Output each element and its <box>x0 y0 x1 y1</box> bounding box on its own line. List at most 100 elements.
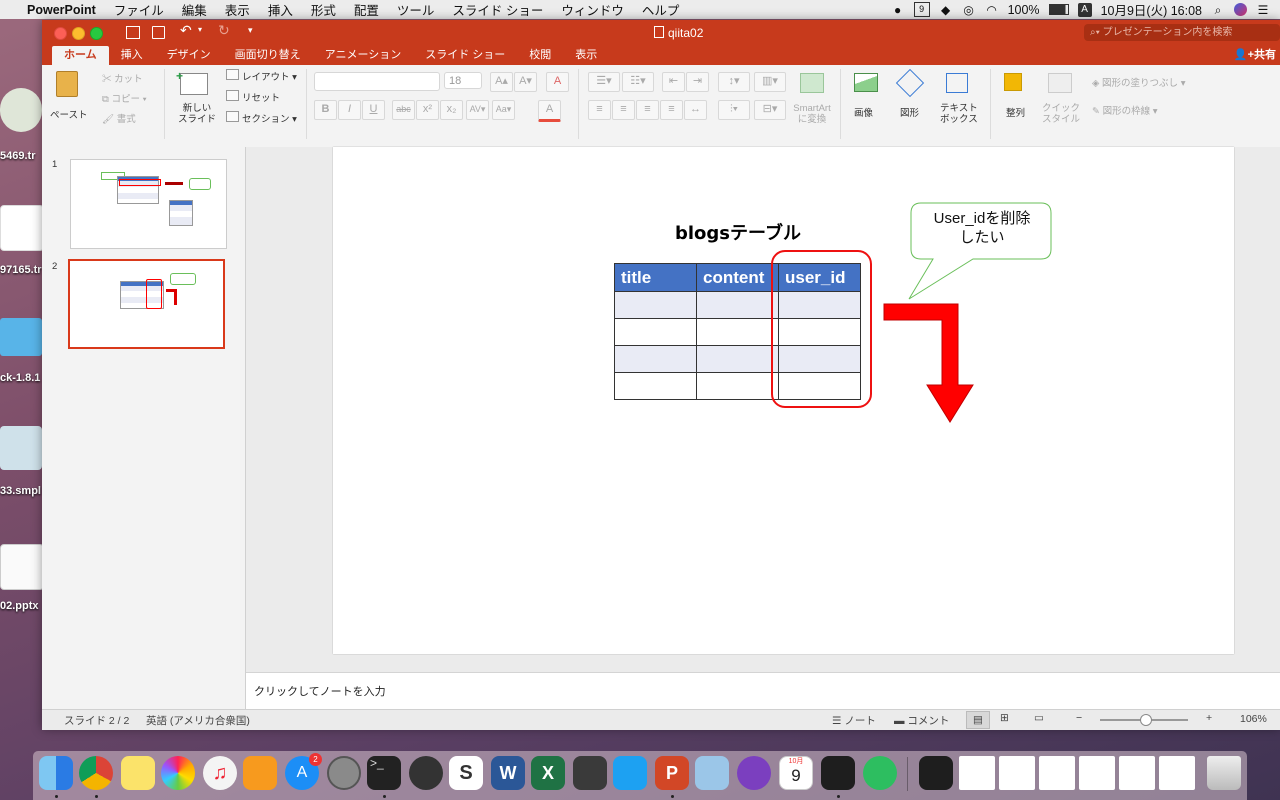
recent-document-icon[interactable] <box>1159 756 1195 790</box>
menu-file[interactable]: ファイル <box>105 0 173 19</box>
tab-review[interactable]: 校閲 <box>517 46 563 65</box>
sidebar-toggle-icon[interactable] <box>126 26 140 39</box>
menu-help[interactable]: ヘルプ <box>633 0 689 19</box>
input-method-icon[interactable]: A <box>1077 2 1092 17</box>
clock[interactable]: 10月9日(火) 16:08 <box>1101 0 1202 19</box>
menu-format[interactable]: 形式 <box>302 0 345 19</box>
recent-document-icon[interactable] <box>959 756 995 790</box>
sublime-text-icon[interactable] <box>573 756 607 790</box>
user-id-highlight-box[interactable] <box>771 250 872 408</box>
justify-button[interactable]: ≡ <box>660 100 683 120</box>
vscode-icon[interactable] <box>919 756 953 790</box>
pptx-file-icon[interactable] <box>0 544 44 590</box>
tab-view[interactable]: 表示 <box>563 46 609 65</box>
shape-button[interactable]: 図形 <box>894 68 930 131</box>
calendar-status-icon[interactable]: 9 <box>913 2 930 17</box>
menu-window[interactable]: ウィンドウ <box>552 0 633 19</box>
preview-icon[interactable] <box>695 756 729 790</box>
zoom-level[interactable]: 106% <box>1240 713 1267 725</box>
desktop-file-icon[interactable] <box>0 88 42 132</box>
decrease-font-button[interactable]: A▾ <box>514 72 537 92</box>
zoom-slider[interactable] <box>1100 714 1188 726</box>
slide-thumbnail-2[interactable] <box>68 259 225 349</box>
textbox-button[interactable]: テキスト ボックス <box>938 69 978 131</box>
dropbox-status-icon[interactable]: ◆ <box>939 4 953 16</box>
slide-thumbnail-1[interactable] <box>70 159 227 249</box>
sync-status-icon[interactable]: ◎ <box>962 4 976 16</box>
books-icon[interactable] <box>243 756 277 790</box>
customize-toolbar-icon[interactable]: ▾ <box>248 25 253 36</box>
tab-slideshow[interactable]: スライド ショー <box>413 46 517 65</box>
trash-icon[interactable] <box>1207 756 1241 790</box>
search-box[interactable]: ⌕▾ プレゼンテーション内を検索 <box>1084 24 1280 41</box>
smartart-button[interactable]: SmartArt に変換 <box>790 69 834 131</box>
folder-icon[interactable] <box>0 318 42 356</box>
increase-indent-button[interactable]: ⇥ <box>686 72 709 92</box>
recent-document-icon[interactable] <box>1119 756 1155 790</box>
save-icon[interactable] <box>152 26 165 39</box>
notification-center-icon[interactable]: ☰ <box>1256 4 1270 16</box>
slide-canvas[interactable]: blogsテーブル title content user_id User_idを… <box>333 147 1234 654</box>
twitter-icon[interactable] <box>613 756 647 790</box>
recent-document-icon[interactable] <box>1039 756 1075 790</box>
italic-button[interactable]: I <box>338 100 361 120</box>
minimize-button[interactable] <box>72 27 85 40</box>
arrange-button[interactable]: 整列 <box>1000 69 1036 131</box>
layout-button[interactable]: レイアウト ▾ <box>226 69 297 83</box>
shape-outline-button[interactable]: ✎ 図形の枠線 ▾ <box>1092 103 1158 117</box>
undo-icon[interactable]: ↶ <box>180 22 192 39</box>
siri-icon[interactable] <box>1234 3 1247 16</box>
recent-document-icon[interactable] <box>999 756 1035 790</box>
excel-icon[interactable]: X <box>531 756 565 790</box>
subscript-button[interactable]: x₂ <box>440 100 463 120</box>
text-direction-button[interactable]: ⫶▾ <box>718 100 750 120</box>
powerpoint-icon[interactable]: P <box>655 756 689 790</box>
underline-button[interactable]: U <box>362 100 385 120</box>
align-text-button[interactable]: ⊟▾ <box>754 100 786 120</box>
photos-icon[interactable] <box>161 756 195 790</box>
new-slide-button[interactable]: + 新しい スライド <box>172 69 216 131</box>
share-button[interactable]: 👤+共有 <box>1234 46 1280 65</box>
tab-home[interactable]: ホーム <box>52 46 109 65</box>
recent-document-icon[interactable] <box>1079 756 1115 790</box>
quick-style-button[interactable]: クイック スタイル <box>1040 69 1080 131</box>
zoom-button[interactable] <box>90 27 103 40</box>
reset-button[interactable]: リセット <box>226 90 280 104</box>
line-spacing-button[interactable]: ↕▾ <box>718 72 750 92</box>
tab-transitions[interactable]: 画面切り替え <box>223 46 313 65</box>
terminal-icon[interactable]: >_ <box>367 756 401 790</box>
menu-edit[interactable]: 編集 <box>173 0 216 19</box>
paste-button[interactable]: ペースト <box>50 69 90 129</box>
notes-app-icon[interactable] <box>121 756 155 790</box>
close-button[interactable] <box>54 27 67 40</box>
picture-button[interactable]: 画像 <box>848 69 884 131</box>
github-desktop-icon[interactable] <box>737 756 771 790</box>
undo-dropdown-icon[interactable]: ▾ <box>198 25 202 34</box>
font-name-select[interactable] <box>314 72 440 91</box>
align-center-button[interactable]: ≡ <box>612 100 635 120</box>
calendar-icon[interactable]: 10月 9 <box>779 756 813 790</box>
zoom-out-button[interactable]: − <box>1076 712 1082 724</box>
battery-percent[interactable]: 100% <box>1008 3 1040 17</box>
redo-icon[interactable]: ↻ <box>218 22 230 39</box>
increase-font-button[interactable]: A▴ <box>490 72 513 92</box>
notes-pane[interactable]: クリックしてノートを入力 <box>246 672 1280 710</box>
zoom-in-button[interactable]: + <box>1206 712 1212 724</box>
down-arrow-shape[interactable] <box>883 303 974 423</box>
normal-view-button[interactable]: ▤ <box>966 711 990 729</box>
reading-view-button[interactable]: ▭ <box>1034 712 1044 724</box>
menu-tools[interactable]: ツール <box>388 0 444 19</box>
system-preferences-icon[interactable] <box>327 756 361 790</box>
language-indicator[interactable]: 英語 (アメリカ合衆国) <box>146 713 250 728</box>
bold-button[interactable]: B <box>314 100 337 120</box>
battery-icon[interactable] <box>1048 4 1069 15</box>
comments-toggle-button[interactable]: ▬ コメント <box>894 713 949 728</box>
spotlight-search-icon[interactable]: ⌕ <box>1211 4 1225 16</box>
chrome-icon[interactable] <box>79 756 113 790</box>
font-color-button[interactable]: A <box>538 100 561 122</box>
strikethrough-button[interactable]: abc <box>392 100 415 120</box>
char-spacing-button[interactable]: AV▾ <box>466 100 489 120</box>
section-button[interactable]: セクション ▾ <box>226 111 297 125</box>
menu-insert[interactable]: 挿入 <box>259 0 302 19</box>
stocks-icon[interactable] <box>409 756 443 790</box>
